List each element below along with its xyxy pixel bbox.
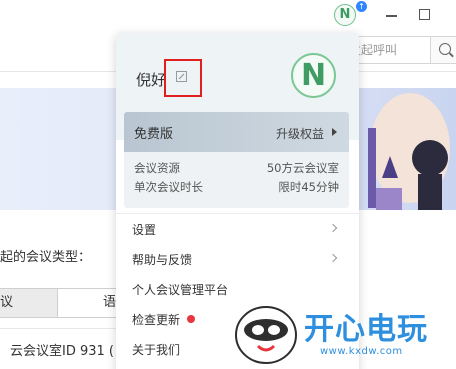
search-button[interactable] (430, 36, 456, 64)
menu-item-label: 帮助与反馈 (132, 253, 193, 267)
menu-item-label: 设置 (132, 223, 157, 237)
notification-icon[interactable]: ↑ (356, 1, 367, 12)
edit-highlight-box (164, 59, 202, 97)
maximize-icon[interactable] (419, 9, 430, 20)
meeting-type-label: 起的会议类型： (0, 250, 92, 265)
chevron-right-icon (328, 253, 338, 263)
meeting-type-tab-1[interactable]: 议 (0, 288, 58, 318)
upgrade-link[interactable]: 升级权益 (276, 125, 324, 142)
menu-item-label: 个人会议管理平台 (132, 283, 229, 297)
user-name: 倪好 (136, 71, 167, 89)
plan-row-label: 单次会议时长 (134, 180, 203, 194)
minimize-icon[interactable] (386, 15, 397, 17)
chevron-right-icon (328, 223, 338, 233)
chevron-right-icon (332, 128, 337, 136)
avatar-letter: N (300, 58, 327, 93)
plan-name: 免费版 (134, 127, 174, 142)
menu-item-help-feedback[interactable]: 帮助与反馈 (116, 244, 359, 274)
plan-card-header[interactable]: 免费版 升级权益 (124, 112, 349, 152)
avatar-icon[interactable]: N (334, 4, 356, 26)
title-bar: N ↑ (0, 0, 456, 32)
menu-item-settings[interactable]: 设置 (116, 214, 359, 244)
menu-item-label: 关于我们 (132, 343, 181, 357)
menu-item-label: 检查更新 (132, 313, 181, 327)
watermark: 开心电玩 www.kxdw.com (232, 300, 456, 369)
watermark-title: 开心电玩 (304, 312, 428, 347)
user-avatar[interactable]: N (291, 53, 336, 98)
plan-card: 免费版 升级权益 会议资源 50方云会议室 单次会议时长 限时45分钟 (124, 112, 349, 208)
plan-row-value: 50方云会议室 (266, 161, 339, 175)
watermark-url: www.kxdw.com (320, 346, 403, 357)
plan-row-value: 限时45分钟 (278, 180, 339, 194)
update-badge (187, 315, 195, 323)
plan-row-label: 会议资源 (134, 161, 180, 175)
divider (0, 328, 125, 329)
meeting-room-id: 云会议室ID 931 ( (10, 344, 114, 359)
watermark-mascot-icon (235, 306, 297, 364)
